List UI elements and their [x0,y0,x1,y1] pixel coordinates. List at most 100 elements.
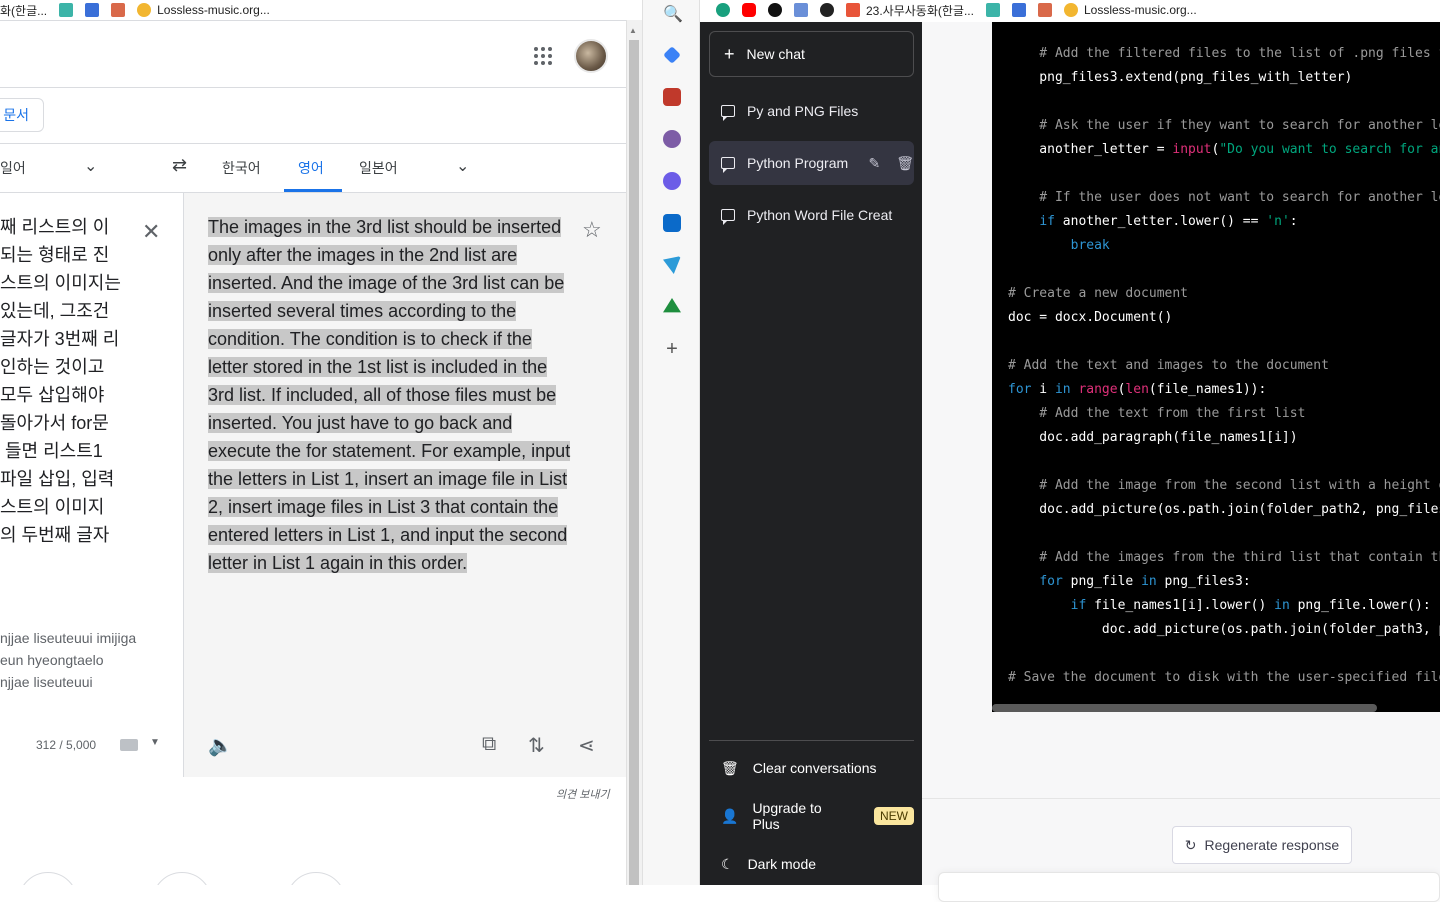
chat-bubble-icon [721,209,735,225]
bookmark-label: Lossless-music.org... [1083,3,1197,17]
shopping-tag-icon[interactable] [663,46,681,64]
openai-icon[interactable] [716,3,730,17]
bookmarks-bar: 23.사무사동화(한글... Lossless-music.org... [716,0,1197,20]
share-icon[interactable]: ⋖ [578,733,595,758]
char-counter: 312 / 5,000 [36,738,97,752]
add-icon[interactable]: + [663,339,681,359]
translate-header [0,20,626,88]
chat-bubble-icon [721,105,735,121]
target-lang-dropdown-icon[interactable]: ⌄ [456,156,469,176]
search-icon[interactable]: 🔍 [663,4,683,23]
games-icon[interactable] [663,130,681,148]
scrollbar-thumb[interactable] [629,40,639,885]
edit-pencil-icon[interactable]: ✎ [868,155,880,172]
listen-icon[interactable]: 🔈 [208,733,233,758]
saved-circle[interactable] [152,872,212,885]
refresh-icon: ↻ [1184,836,1197,853]
clear-text-icon[interactable]: ✕ [142,219,160,245]
documents-button[interactable]: 문서 [0,98,44,132]
keyboard-icon[interactable] [120,739,138,751]
bookmark-item[interactable]: 화(한글... [0,2,47,19]
tools-icon[interactable] [663,88,681,106]
bookmark-icon[interactable] [1011,3,1026,17]
outlook-icon[interactable] [663,214,681,232]
apps-grid-icon[interactable] [534,47,552,65]
conversation-title: Py and PNG Files [747,103,859,119]
clear-conversations-button[interactable]: 🗑 Clear conversations [709,746,914,790]
github-icon[interactable] [768,3,782,17]
bookmark-icon[interactable] [820,3,834,17]
save-star-icon[interactable]: ☆ [582,217,602,243]
bookmark-label: 23.사무사동화(한글... [866,3,974,18]
clear-label: Clear conversations [752,760,877,776]
scroll-up-icon[interactable]: ▲ [629,26,637,35]
telegram-icon[interactable] [663,256,681,274]
conversation-title: Python Program [747,155,849,171]
chat-bubble-icon [721,157,735,173]
chat-sidebar: + New chat Py and PNG Files Python Progr… [700,22,922,885]
bookmark-icon[interactable] [59,3,74,17]
bookmark-icon[interactable] [85,3,100,17]
bookmark-icon[interactable] [1037,3,1052,17]
target-lang-japanese[interactable]: 일본어 [359,158,398,178]
swap-languages-icon[interactable]: ⇄ [172,155,187,176]
translate-window: 화(한글... Lossless-music.org... 문서 일어 ⌄ ⇄ … [0,0,642,885]
translation-pane: The images in the 3rd list should be ins… [184,193,626,777]
tree-icon[interactable] [663,298,681,313]
code-horizontal-scrollbar[interactable] [992,704,1377,712]
youtube-icon[interactable] [742,3,756,17]
rate-translation-icon[interactable]: ⇅ [528,733,545,758]
upgrade-label: Upgrade to Plus [752,800,822,832]
conversation-item[interactable]: Py and PNG Files [709,89,914,133]
new-chat-label: New chat [746,46,805,62]
language-bar: 일어 ⌄ ⇄ 한국어 영어 일본어 ⌄ [0,143,626,193]
avatar[interactable] [574,39,608,73]
upgrade-plus-button[interactable]: 👤 Upgrade to Plus NEW [709,794,914,838]
regenerate-label: Regenerate response [1204,837,1340,853]
keyboard-dropdown-icon[interactable]: ▼ [150,737,160,748]
dark-mode-button[interactable]: ☾ Dark mode [709,842,914,886]
romanization: njjae liseuteuui imijiga eun hyeongtaelo… [0,630,137,690]
moon-icon: ☾ [721,855,734,872]
regenerate-response-button[interactable]: ↻ Regenerate response [1172,826,1352,864]
history-circle[interactable] [18,872,78,885]
translation-text: The images in the 3rd list should be ins… [208,217,571,573]
office-icon[interactable] [663,172,681,190]
conversation-item[interactable]: Python Word File Creat [709,193,914,237]
code-icon[interactable] [794,3,808,17]
bookmark-label: 화(한글... [0,3,48,18]
source-textarea[interactable]: 째 리스트의 이 되는 형태로 진 스트의 이미지는 있는데, 그조건 글자가 … [0,213,130,549]
source-lang-dropdown-icon[interactable]: ⌄ [84,156,97,176]
trash-icon: 🗑 [721,759,739,776]
new-chat-button[interactable]: + New chat [709,31,914,77]
source-pane: 째 리스트의 이 되는 형태로 진 스트의 이미지는 있는데, 그조건 글자가 … [0,193,184,777]
bookmark-icon [846,3,860,17]
target-lang-english[interactable]: 영어 [298,158,324,178]
translation-output: The images in the 3rd list should be ins… [208,213,573,577]
code-content: # Add the filtered files to the list of … [1008,46,1440,685]
bookmark-label: Lossless-music.org... [157,3,270,17]
edge-sidebar: 🔍 + [642,0,700,885]
plus-icon: + [724,43,735,64]
copy-icon[interactable]: ⧉ [482,733,496,756]
new-badge: NEW [874,807,914,825]
bookmark-lossless[interactable]: Lossless-music.org... [1063,3,1197,17]
user-icon: 👤 [721,807,739,824]
bookmark-item[interactable]: 23.사무사동화(한글... [846,2,974,19]
sidebar-divider [709,740,914,741]
lossless-icon [137,3,152,17]
bookmark-icon[interactable] [111,3,126,17]
bookmark-icon[interactable] [985,3,1000,17]
source-language[interactable]: 일어 [0,158,26,178]
contribute-circle[interactable] [286,872,346,885]
message-input[interactable] [938,872,1440,902]
bookmark-lossless[interactable]: Lossless-music.org... [137,3,270,17]
bookmarks-bar: 화(한글... Lossless-music.org... [0,0,270,20]
trash-icon[interactable]: 🗑 [896,155,914,172]
target-lang-korean[interactable]: 한국어 [222,158,261,178]
conversation-item-selected[interactable]: Python Program ✎ 🗑 [709,141,914,185]
main-divider [922,798,1440,799]
code-block: # Add the filtered files to the list of … [992,22,1440,712]
send-feedback-link[interactable]: 의견 보내기 [556,786,610,802]
dark-mode-label: Dark mode [747,856,817,872]
